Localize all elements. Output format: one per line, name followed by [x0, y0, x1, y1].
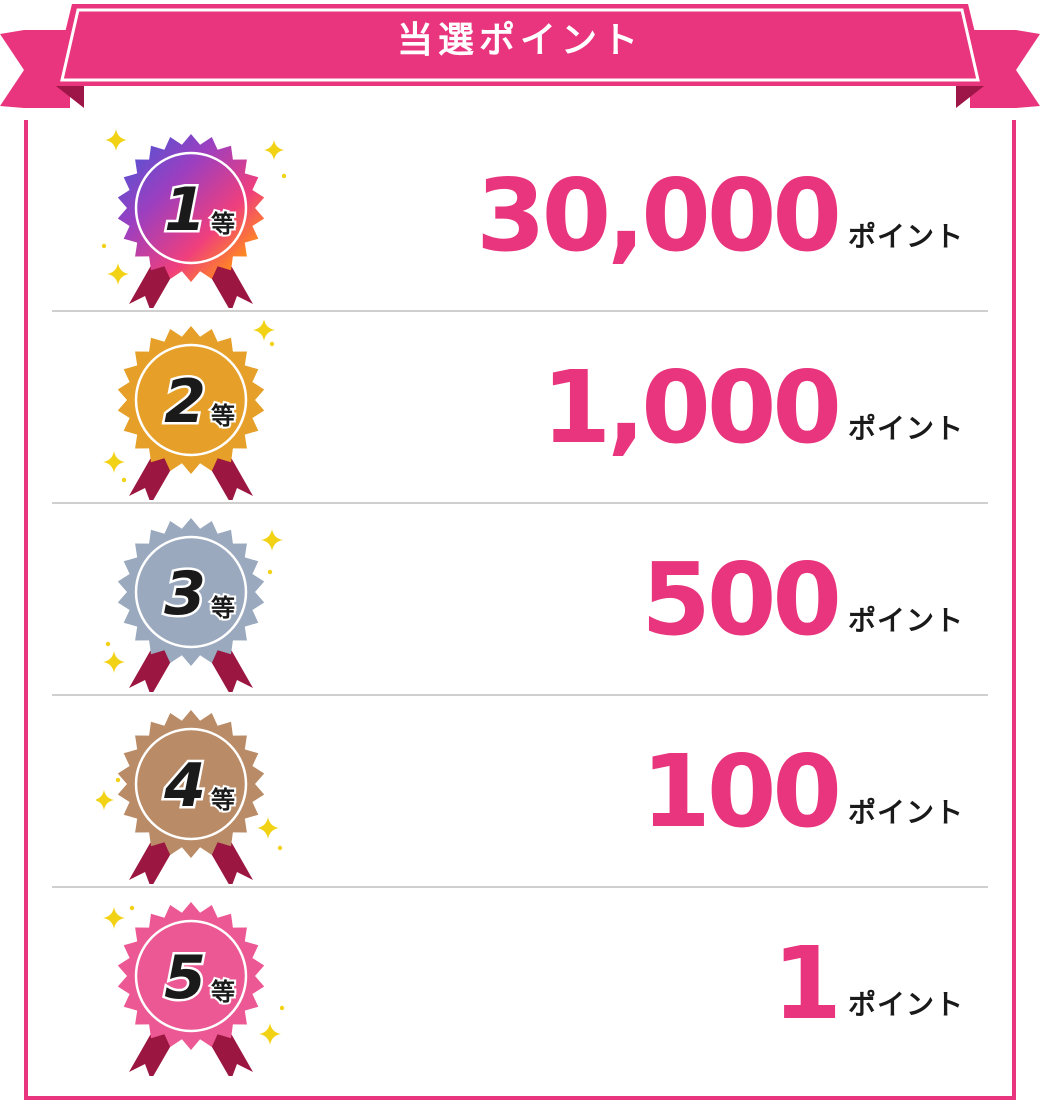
prize-row-2: 2等 1,000 ポイント	[52, 312, 988, 504]
banner-title: 当選ポイント	[396, 20, 643, 61]
prize-value-5: 1 ポイント	[772, 888, 964, 1080]
sparkle-dot-icon	[281, 173, 286, 179]
medal-rank-number: 3	[164, 559, 206, 629]
medal-rank-number: 5	[164, 943, 206, 1013]
second-prize-medal-icon: 2等	[103, 320, 275, 500]
medal-rank-number: 4	[163, 751, 206, 821]
points-unit: ポイント	[847, 220, 964, 253]
sparkle-icon	[261, 529, 283, 551]
sparkle-dot-icon	[129, 905, 135, 911]
points-amount: 1	[772, 925, 842, 1042]
prize-row-5: 5等 1 ポイント	[52, 888, 988, 1080]
sparkle-dot-icon	[101, 243, 107, 249]
sparkle-dot-icon	[267, 569, 273, 575]
points-unit: ポイント	[847, 604, 964, 637]
prize-value-1: 30,000 ポイント	[476, 120, 964, 312]
sparkle-dot-icon	[269, 341, 275, 347]
sparkle-icon	[264, 140, 284, 160]
medal-rank-number: 2	[164, 367, 206, 437]
prize-value-4: 100 ポイント	[641, 696, 964, 888]
sparkle-dot-icon	[121, 477, 127, 483]
points-amount: 500	[641, 541, 842, 658]
points-amount: 30,000	[476, 157, 842, 274]
sparkle-icon	[103, 907, 125, 929]
points-unit: ポイント	[847, 412, 964, 445]
prize-row-4: 4等 100 ポイント	[52, 696, 988, 888]
sparkle-icon	[103, 451, 125, 473]
medal-rank-suffix: 等	[211, 210, 235, 238]
sparkle-icon	[257, 817, 279, 839]
sparkle-icon	[96, 790, 114, 810]
points-unit: ポイント	[847, 988, 964, 1021]
fourth-prize-medal-icon: 4等	[96, 710, 283, 884]
prize-row-3: 3等 500 ポイント	[52, 504, 988, 696]
sparkle-dot-icon	[279, 1005, 285, 1011]
medal-rank-suffix: 等	[211, 402, 235, 430]
prize-value-2: 1,000 ポイント	[542, 312, 964, 504]
prize-value-3: 500 ポイント	[641, 504, 964, 696]
sparkle-icon	[107, 263, 129, 285]
medal-rank-suffix: 等	[211, 786, 235, 814]
sparkle-icon	[253, 320, 275, 341]
prize-row-1: 1等 30,000 ポイント	[52, 120, 988, 312]
banner: 当選ポイント	[0, 0, 1040, 112]
sparkle-icon	[103, 651, 125, 673]
sparkle-dot-icon	[115, 777, 121, 783]
points-amount: 100	[641, 733, 842, 850]
medal-rank-number: 1	[164, 175, 206, 245]
fifth-prize-medal-icon: 5等	[103, 902, 285, 1076]
third-prize-medal-icon: 3等	[103, 518, 283, 692]
medal-rank-suffix: 等	[211, 594, 235, 622]
sparkle-dot-icon	[105, 641, 111, 647]
sparkle-icon	[259, 1023, 281, 1045]
sparkle-icon	[105, 129, 127, 151]
sparkle-dot-icon	[277, 845, 283, 851]
points-unit: ポイント	[847, 796, 964, 829]
medal-rank-suffix: 等	[211, 978, 235, 1006]
first-prize-medal-icon: 1等	[101, 129, 286, 308]
points-amount: 1,000	[541, 349, 842, 466]
